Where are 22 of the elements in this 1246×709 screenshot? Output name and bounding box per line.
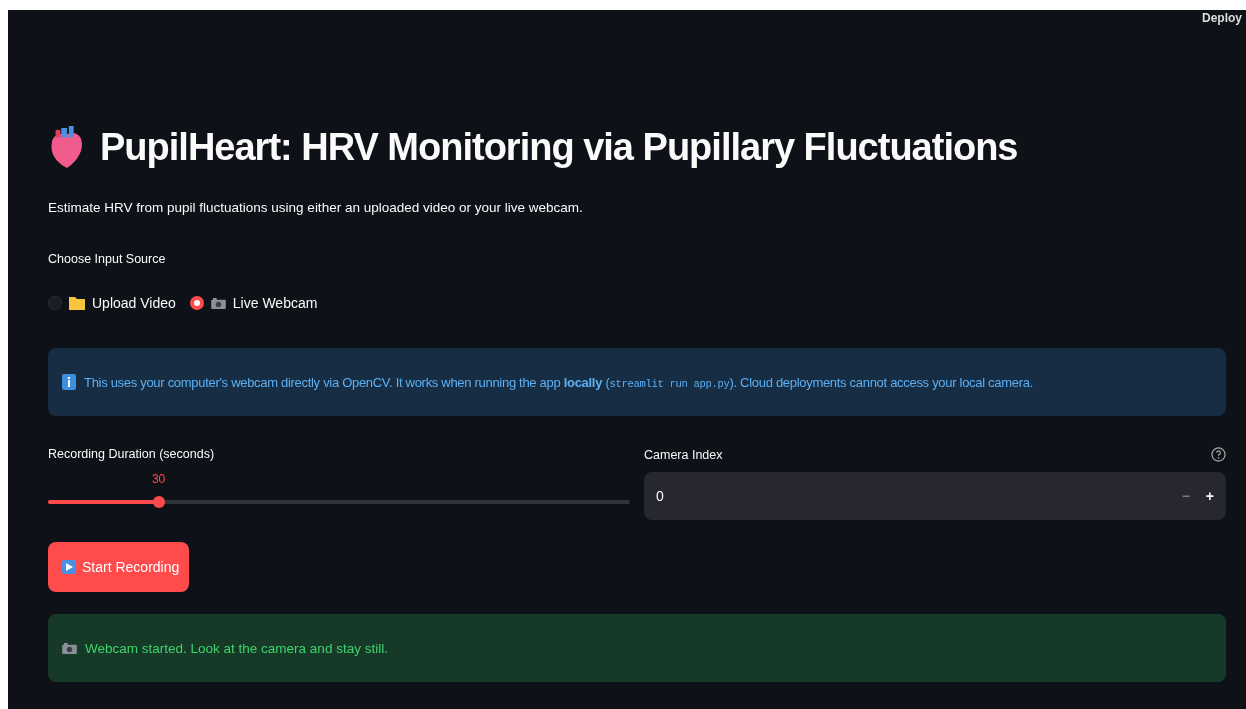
slider-thumb[interactable] [152, 496, 165, 508]
info-message: This uses your computer's webcam directly via OpenCV. It works when running the app locally (streamlit run app.py). Cloud deployments cannot access your local camera. [84, 374, 1033, 390]
camera-icon [62, 642, 77, 654]
success-message: Webcam started. Look at the camera and stay still. [85, 640, 388, 656]
deploy-button[interactable]: Deploy [1202, 11, 1242, 25]
number-input[interactable]: 0 − + [644, 472, 1226, 520]
radio-group-label: Choose Input Source [48, 252, 167, 266]
radio-label[interactable]: Upload Video [92, 295, 176, 311]
subtitle: Estimate HRV from pupil fluctuations using either an uploaded video or your live webcam. [48, 200, 584, 215]
page-title: PupilHeart: HRV Monitoring via Pupillary Fluctuations [100, 125, 1018, 169]
increment-button[interactable]: + [1205, 488, 1214, 504]
radio-button[interactable] [189, 296, 204, 310]
folder-icon [69, 296, 85, 310]
radio-button[interactable] [48, 296, 62, 310]
slider-label: Recording Duration (seconds) [48, 447, 216, 461]
slider-value: 30 [151, 472, 166, 486]
radio-label[interactable]: Live Webcam [232, 295, 318, 311]
play-icon [62, 560, 76, 574]
camera-icon [210, 297, 226, 309]
number-input-label: Camera Index [644, 447, 723, 462]
help-icon[interactable] [1211, 447, 1226, 462]
info-icon [62, 374, 76, 390]
